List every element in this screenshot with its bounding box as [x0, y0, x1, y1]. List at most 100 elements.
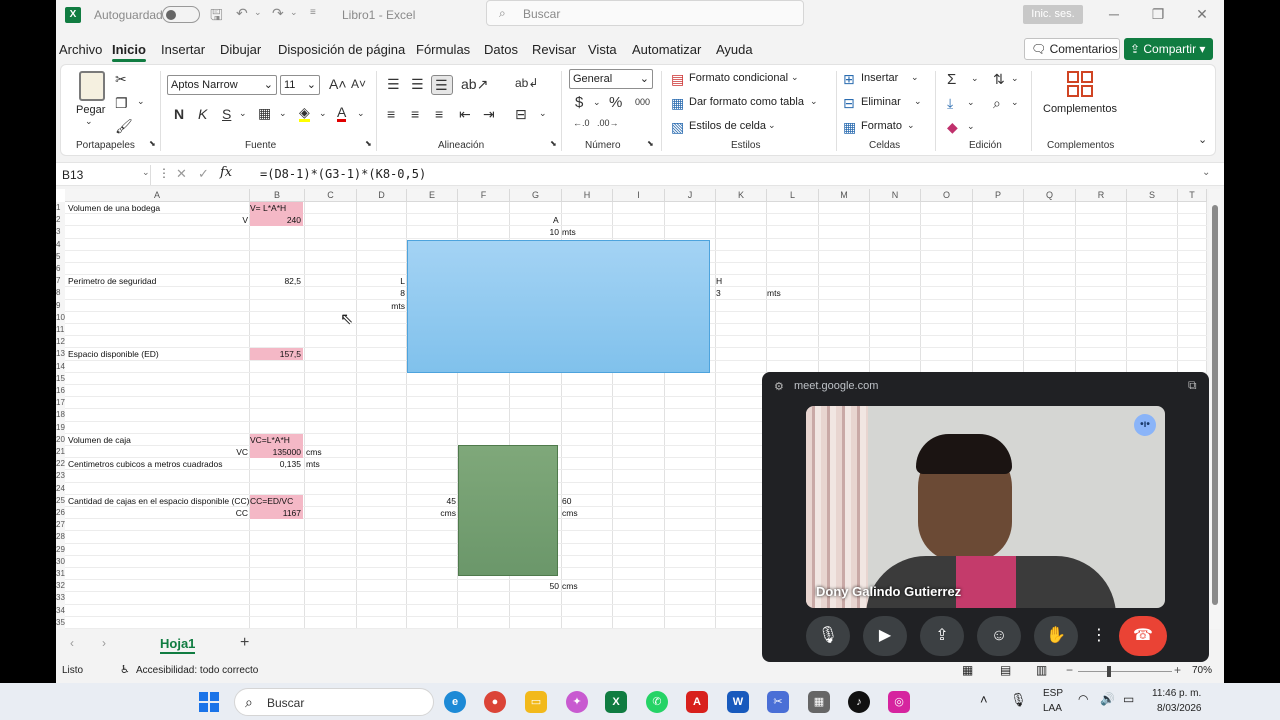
row-header-10[interactable]: 10 [56, 311, 65, 324]
row-header-28[interactable]: 28 [56, 531, 65, 544]
raise-hand-button[interactable]: ✋ [1034, 616, 1078, 656]
more-options-button[interactable]: ⋮ [1090, 616, 1108, 656]
format-painter-icon[interactable]: 🖌 [115, 119, 133, 133]
chevron-down-icon[interactable]: ⌄ [914, 97, 922, 106]
orientation-icon[interactable]: ab↗ [461, 77, 488, 91]
close-icon[interactable]: ✕ [1192, 4, 1212, 24]
cell-a1[interactable]: Volumen de una bodega [68, 202, 160, 214]
chevron-down-icon[interactable]: ⌄ [279, 109, 287, 118]
cell-b20[interactable]: VC=L*A*H [250, 434, 303, 446]
whatsapp-icon[interactable]: ✆ [646, 691, 668, 713]
row-header-11[interactable]: 11 [56, 324, 65, 337]
cell-a25[interactable]: Cantidad de cajas en el espacio disponib… [68, 495, 249, 507]
undo-dropdown-icon[interactable]: ⌄ [254, 7, 262, 18]
cell-b26[interactable]: 1167 [250, 507, 303, 519]
column-header-h[interactable]: H [562, 189, 613, 202]
instagram-icon[interactable]: ◎ [888, 691, 910, 713]
wifi-icon[interactable]: ◠ [1078, 692, 1088, 706]
prev-sheet-icon[interactable]: ‹ [70, 636, 74, 650]
row-header-15[interactable]: 15 [56, 372, 65, 385]
save-icon[interactable]: 🖫 [210, 5, 223, 30]
align-right-icon[interactable]: ≡ [435, 107, 443, 121]
clock-time[interactable]: 11:46 p. m. [1152, 688, 1201, 699]
cell-g2[interactable]: A [553, 214, 559, 226]
delete-cells-button[interactable]: Eliminar [861, 96, 901, 108]
copy-icon[interactable]: ❐ [115, 96, 128, 110]
language-indicator[interactable]: ESP [1043, 688, 1063, 699]
sign-in-button[interactable]: Inic. ses. [1023, 5, 1083, 24]
formula-input[interactable]: =(D8-1)*(G3-1)*(K8-0,5) [260, 167, 426, 181]
cell-l8[interactable]: mts [767, 287, 781, 299]
battery-icon[interactable]: ▭ [1123, 692, 1134, 706]
column-header-g[interactable]: G [510, 189, 562, 202]
insert-cells-icon[interactable]: ⊞ [843, 72, 855, 86]
tray-overflow-icon[interactable]: ˄ [980, 692, 988, 707]
row-header-18[interactable]: 18 [56, 409, 65, 422]
addins-icon[interactable] [1067, 71, 1093, 97]
format-table-icon[interactable]: ▦ [671, 96, 684, 110]
dialog-launcher-icon[interactable]: ⬊ [149, 140, 156, 148]
row-header-30[interactable]: 30 [56, 555, 65, 568]
camera-button[interactable]: ▶ [863, 616, 907, 656]
chevron-down-icon[interactable]: ⌄ [967, 98, 975, 107]
align-bottom-icon[interactable]: ☰ [431, 75, 453, 95]
row-header-14[interactable]: 14 [56, 360, 65, 373]
font-name-combo[interactable]: Aptos Narrow ⌄ [167, 75, 277, 95]
calculator-icon[interactable]: ▦ [808, 691, 830, 713]
cell-b13[interactable]: 157,5 [250, 348, 303, 360]
edge-icon[interactable]: e [444, 691, 466, 713]
cell-h26[interactable]: cms [562, 507, 578, 519]
cell-d9[interactable]: mts [356, 300, 405, 312]
cell-a26[interactable]: CC [68, 507, 248, 519]
cell-d8[interactable]: 8 [356, 287, 405, 299]
row-header-9[interactable]: 9 [56, 299, 65, 312]
warehouse-rectangle[interactable] [407, 240, 710, 373]
chevron-down-icon[interactable]: ⌄ [1011, 98, 1019, 107]
dialog-launcher-icon[interactable]: ⬊ [365, 140, 372, 148]
insert-function-icon[interactable]: fx [220, 165, 232, 180]
cell-a22[interactable]: Centimetros cubicos a metros cuadrados [68, 458, 223, 470]
snipping-tool-icon[interactable]: ✂ [767, 691, 789, 713]
dialog-launcher-icon[interactable]: ⬊ [647, 140, 654, 148]
currency-icon[interactable]: $ [575, 95, 583, 110]
column-header-f[interactable]: F [458, 189, 510, 202]
cell-g3[interactable]: 10 [508, 226, 559, 238]
tiktok-icon[interactable]: ♪ [848, 691, 870, 713]
clock-date[interactable]: 8/03/2026 [1157, 703, 1202, 714]
cell-c22[interactable]: mts [306, 458, 320, 470]
autosum-icon[interactable]: Σ [947, 72, 956, 87]
chevron-down-icon[interactable]: ⌄ [357, 109, 365, 118]
row-header-26[interactable]: 26 [56, 507, 65, 520]
more-options-icon[interactable]: ⋮ [158, 166, 170, 180]
column-header-r[interactable]: R [1076, 189, 1127, 202]
tab-archivo[interactable]: Archivo [59, 42, 102, 57]
tab-vista[interactable]: Vista [588, 42, 617, 57]
vertical-scrollbar[interactable] [1209, 189, 1221, 629]
mic-tray-icon[interactable]: 🎙 [1010, 692, 1027, 708]
cell-h25[interactable]: 60 [562, 495, 571, 507]
chevron-down-icon[interactable]: ⌄ [137, 97, 145, 106]
paste-icon[interactable] [79, 71, 105, 101]
thousands-icon[interactable]: 000 [635, 98, 650, 107]
addins-button[interactable]: Complementos [1043, 103, 1117, 115]
decrease-decimal-icon[interactable]: .00→ [597, 119, 619, 128]
restore-icon[interactable]: ❐ [1148, 4, 1168, 24]
column-header-o[interactable]: O [921, 189, 973, 202]
delete-cells-icon[interactable]: ⊟ [843, 96, 855, 110]
chevron-down-icon[interactable]: ⌄ [971, 74, 979, 83]
tab-revisar[interactable]: Revisar [532, 42, 576, 57]
redo-icon[interactable]: ↷ [272, 5, 284, 22]
chevron-down-icon[interactable]: ⌄ [907, 121, 915, 130]
minimize-icon[interactable]: ─ [1104, 4, 1124, 24]
row-header-27[interactable]: 27 [56, 519, 65, 532]
row-header-21[interactable]: 21 [56, 446, 65, 459]
page-break-icon[interactable]: ▥ [1036, 663, 1047, 677]
chevron-down-icon[interactable]: ⌄ [967, 122, 975, 131]
row-header-35[interactable]: 35 [56, 616, 65, 629]
align-left-icon[interactable]: ≡ [387, 107, 395, 121]
underline-button[interactable]: S [222, 107, 231, 121]
paste-label[interactable]: Pegar [76, 104, 105, 116]
cell-a21[interactable]: VC [68, 446, 248, 458]
format-table-button[interactable]: Dar formato como tabla [689, 96, 804, 108]
format-cells-button[interactable]: Formato [861, 120, 902, 132]
